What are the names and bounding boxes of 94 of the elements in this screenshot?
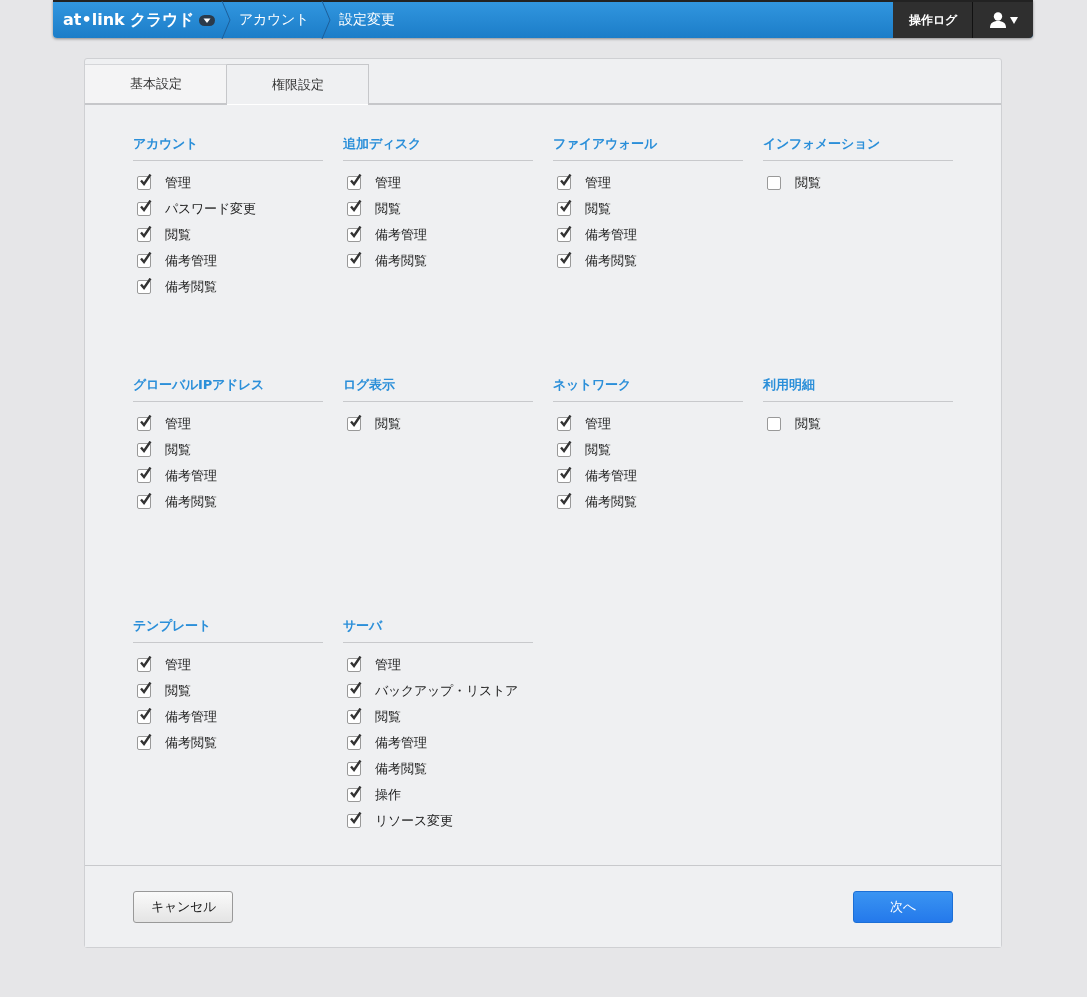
checkbox[interactable] — [557, 443, 571, 457]
checkbox[interactable] — [347, 710, 361, 724]
checkbox-label: 管理 — [165, 174, 191, 192]
group-heading: テンプレート — [133, 617, 323, 643]
checkbox-label: 備考閲覧 — [585, 252, 637, 270]
breadcrumb-link[interactable]: アカウント — [231, 11, 322, 29]
checkbox[interactable] — [347, 788, 361, 802]
checkbox-label: 管理 — [585, 174, 611, 192]
checkbox-label: 閲覧 — [585, 200, 611, 218]
checkbox[interactable] — [557, 417, 571, 431]
checkbox-label: 管理 — [375, 174, 401, 192]
checkbox[interactable] — [347, 814, 361, 828]
tab[interactable]: 権限設定 — [227, 64, 369, 105]
group-heading: 利用明細 — [763, 376, 953, 402]
checkbox-label: 備考閲覧 — [165, 278, 217, 296]
checkbox[interactable] — [347, 176, 361, 190]
checkbox-label: 管理 — [375, 656, 401, 674]
checkbox-label: 閲覧 — [375, 708, 401, 726]
checkbox[interactable] — [137, 495, 151, 509]
group-heading: 追加ディスク — [343, 135, 533, 161]
checkbox[interactable] — [137, 254, 151, 268]
group-heading: ネットワーク — [553, 376, 743, 402]
checkbox[interactable] — [137, 228, 151, 242]
checkbox-label: 備考閲覧 — [585, 493, 637, 511]
checkbox[interactable] — [347, 417, 361, 431]
group-heading: サーバ — [343, 617, 533, 643]
group-heading: ログ表示 — [343, 376, 533, 402]
logo[interactable]: at•link クラウド — [63, 9, 195, 31]
checkbox[interactable] — [137, 443, 151, 457]
checkbox[interactable] — [137, 710, 151, 724]
checkbox-label: 閲覧 — [165, 441, 191, 459]
caret-icon — [1009, 16, 1018, 24]
checkbox-label: 閲覧 — [375, 200, 401, 218]
group-heading: ファイアウォール — [553, 135, 743, 161]
checkbox-label: リソース変更 — [375, 812, 453, 830]
checkbox[interactable] — [137, 684, 151, 698]
checkbox-label: 備考管理 — [585, 226, 637, 244]
checkbox[interactable] — [767, 417, 781, 431]
checkbox[interactable] — [137, 658, 151, 672]
checkbox[interactable] — [137, 469, 151, 483]
checkbox-label: 備考閲覧 — [165, 734, 217, 752]
operation-log-button[interactable]: 操作ログ — [893, 2, 973, 38]
checkbox[interactable] — [137, 417, 151, 431]
dropdown-icon[interactable] — [199, 14, 216, 26]
checkbox[interactable] — [137, 736, 151, 750]
checkbox[interactable] — [347, 684, 361, 698]
checkbox[interactable] — [557, 469, 571, 483]
checkbox-label: 備考閲覧 — [165, 493, 217, 511]
checkbox[interactable] — [557, 202, 571, 216]
checkbox-label: パスワード変更 — [165, 200, 256, 218]
checkbox[interactable] — [137, 202, 151, 216]
checkbox-label: 備考管理 — [165, 252, 217, 270]
user-icon — [988, 12, 1007, 28]
checkbox-label: 閲覧 — [165, 226, 191, 244]
checkbox[interactable] — [557, 176, 571, 190]
group-heading: インフォメーション — [763, 135, 953, 161]
checkbox-label: 閲覧 — [795, 174, 821, 192]
checkbox[interactable] — [347, 736, 361, 750]
checkbox-label: 管理 — [585, 415, 611, 433]
checkbox[interactable] — [347, 658, 361, 672]
checkbox-label: 管理 — [165, 415, 191, 433]
checkbox[interactable] — [347, 202, 361, 216]
user-menu-button[interactable] — [973, 2, 1033, 38]
checkbox[interactable] — [347, 254, 361, 268]
checkbox-label: 閲覧 — [795, 415, 821, 433]
tab[interactable]: 基本設定 — [85, 64, 227, 103]
checkbox[interactable] — [557, 228, 571, 242]
checkbox-label: 備考管理 — [375, 734, 427, 752]
checkbox[interactable] — [767, 176, 781, 190]
checkbox-label: 備考管理 — [165, 467, 217, 485]
checkbox-label: 閲覧 — [375, 415, 401, 433]
group-heading: アカウント — [133, 135, 323, 161]
cancel-button[interactable]: キャンセル — [133, 890, 233, 923]
breadcrumb-link[interactable]: 設定変更 — [331, 11, 408, 29]
checkbox[interactable] — [347, 762, 361, 776]
checkbox-label: 閲覧 — [585, 441, 611, 459]
checkbox-label: 備考管理 — [585, 467, 637, 485]
checkbox-label: バックアップ・リストア — [375, 682, 518, 700]
checkbox[interactable] — [137, 280, 151, 294]
breadcrumb-separator-icon — [321, 1, 332, 39]
checkbox[interactable] — [557, 495, 571, 509]
checkbox-label: 備考閲覧 — [375, 252, 427, 270]
checkbox[interactable] — [137, 176, 151, 190]
checkbox[interactable] — [347, 228, 361, 242]
checkbox[interactable] — [557, 254, 571, 268]
checkbox-label: 備考閲覧 — [375, 760, 427, 778]
checkbox-label: 管理 — [165, 656, 191, 674]
checkbox-label: 備考管理 — [375, 226, 427, 244]
checkbox-label: 操作 — [375, 786, 401, 804]
group-heading: グローバルIPアドレス — [133, 376, 323, 402]
breadcrumb-separator-icon — [221, 1, 232, 39]
next-button[interactable]: 次へ — [853, 890, 953, 923]
checkbox-label: 備考管理 — [165, 708, 217, 726]
checkbox-label: 閲覧 — [165, 682, 191, 700]
